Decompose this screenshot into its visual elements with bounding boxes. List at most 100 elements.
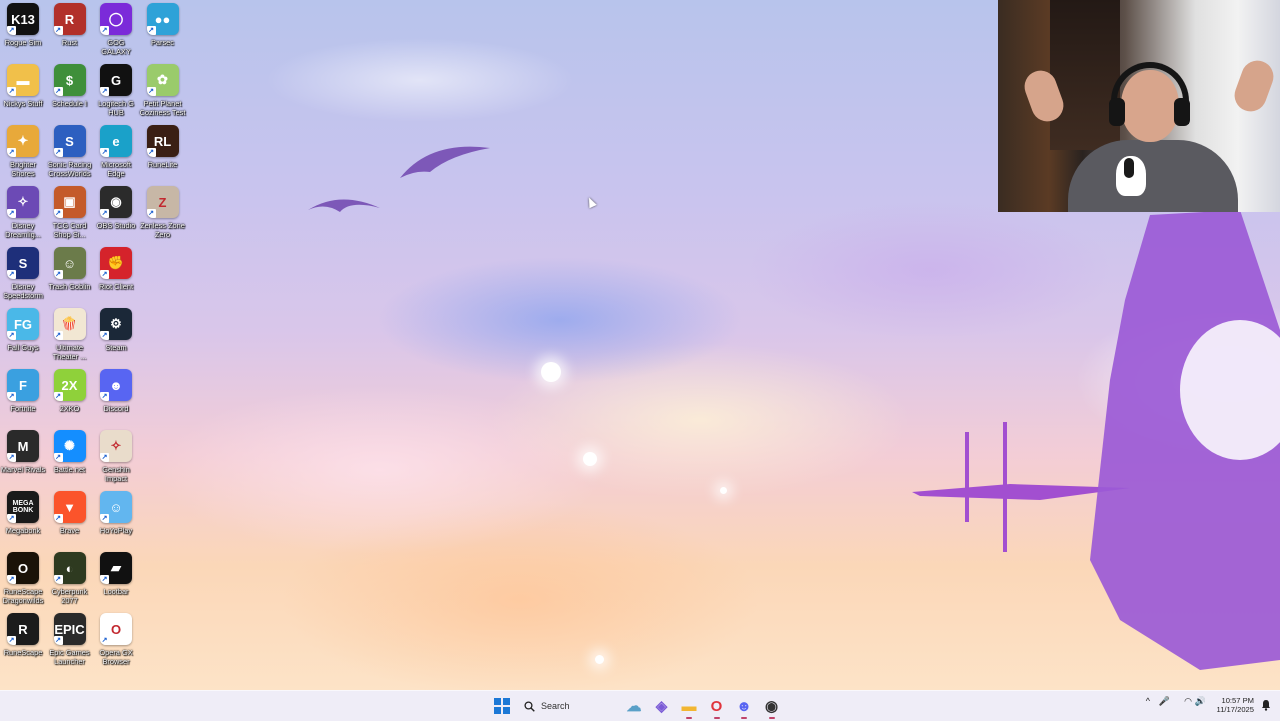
app-icon: ✺ ↗ <box>53 430 86 462</box>
desktop-icon-runescape[interactable]: R ↗ RuneScape <box>0 613 47 657</box>
desktop-icon-genshin-impact[interactable]: ✧ ↗ Genshin Impact <box>92 430 140 483</box>
desktop-icon-disney-dreamlig[interactable]: ✧ ↗ Disney Dreamlig... <box>0 186 47 239</box>
app-icon: EPIC ↗ <box>53 613 86 645</box>
app-icon-glyph: Z <box>158 194 167 210</box>
app-icon: RL ↗ <box>146 125 179 157</box>
desktop-icon-sonic-racing-crossworlds[interactable]: S ↗ Sonic Racing CrossWorlds <box>46 125 94 178</box>
desktop-icon-steam[interactable]: ⚙ ↗ Steam <box>92 308 140 352</box>
desktop-icon-label: Sonic Racing CrossWorlds <box>47 160 92 178</box>
desktop-icon-schedule-i[interactable]: $ ↗ Schedule I <box>46 64 94 108</box>
desktop-icon-microsoft-edge[interactable]: e ↗ Microsoft Edge <box>92 125 140 178</box>
taskbar-app-file-explorer[interactable]: ▬ <box>677 694 701 719</box>
app-icon: ▰ ↗ <box>100 552 132 584</box>
desktop-icon-label: Brave <box>59 526 80 535</box>
desktop-icon-nickys-stuff[interactable]: ▬ ↗ Nickys Stuff <box>0 64 47 108</box>
start-button[interactable] <box>490 694 514 718</box>
desktop-icon-fall-guys[interactable]: FG ↗ Fall Guys <box>0 308 47 352</box>
app-icon-glyph: ◉ <box>110 194 122 209</box>
desktop-icon-petit-planet-coziness-test[interactable]: ✿ ↗ Petit Planet Coziness Test <box>139 64 187 117</box>
desktop-icon-rust[interactable]: R ↗ Rust <box>46 3 94 47</box>
desktop-icon-cyberpunk-2077[interactable]: ◐ ↗ Cyberpunk 2077 <box>46 552 94 605</box>
desktop-icon-gog-galaxy[interactable]: ◯ ↗ GOG GALAXY <box>92 3 140 56</box>
wallpaper-light-orb <box>595 655 604 664</box>
taskbar-app-copilot[interactable]: ◈ <box>650 694 674 718</box>
app-icon-glyph: ⚙ <box>110 316 122 331</box>
desktop-icon-opera-gx-browser[interactable]: O ↗ Opera GX Browser <box>92 613 140 666</box>
notification-bell-icon[interactable] <box>1260 699 1272 711</box>
clock-time: 10:57 PM <box>1221 696 1254 705</box>
desktop-icon-brighter-shores[interactable]: ✦ ↗ Brighter Shores <box>0 125 47 178</box>
desktop-icon-ultimate-theater[interactable]: 🍿 ↗ Ultimate Theater ... <box>46 308 94 361</box>
shortcut-arrow-icon: ↗ <box>53 392 63 401</box>
desktop-icon-megabonk[interactable]: MEGA BONK ↗ Megabonk <box>0 491 47 535</box>
desktop-icon-runelite[interactable]: RL ↗ RuneLite <box>139 125 187 169</box>
app-icon: R ↗ <box>7 613 39 645</box>
desktop-icon-marvel-rivals[interactable]: M ↗ Marvel Rivals <box>0 430 47 474</box>
search-icon <box>524 700 535 712</box>
windows-logo-icon <box>494 698 510 714</box>
app-icon-glyph: ✿ <box>157 72 168 87</box>
taskbar-app-chrome-dev[interactable]: ◉ <box>760 694 784 719</box>
desktop-icon-disney-speedstorm[interactable]: S ↗ Disney Speedstorm <box>0 247 47 300</box>
desktop-icon-label: Fall Guys <box>7 343 39 352</box>
desktop-icon-rogue-sim[interactable]: K13 ↗ Rogue Sim <box>0 3 47 47</box>
taskbar-app-opera-gx[interactable]: O <box>705 694 729 719</box>
shortcut-arrow-icon: ↗ <box>100 209 109 218</box>
volume-icon[interactable]: 🔊 <box>1195 696 1206 707</box>
desktop-icon-label: RuneLite <box>147 160 178 169</box>
shortcut-arrow-icon: ↗ <box>7 331 16 340</box>
app-icon: G ↗ <box>100 64 132 96</box>
app-icon: O ↗ <box>100 613 132 645</box>
system-clock[interactable]: 10:57 PM 11/17/2025 <box>1217 696 1254 714</box>
app-icon: MEGA BONK ↗ <box>7 491 39 523</box>
app-icon: ◉ ↗ <box>100 186 132 218</box>
app-icon-glyph: S <box>18 255 28 271</box>
webcam-shirt-graphic-ear <box>1124 158 1134 178</box>
desktop-icon-label: Rogue Sim <box>4 38 42 47</box>
shortcut-arrow-icon: ↗ <box>100 392 109 401</box>
desktop-icon-hoyoplay[interactable]: ☺ ↗ HoYoPlay <box>92 491 140 535</box>
app-icon-glyph: O <box>17 560 29 576</box>
desktop-icon-brave[interactable]: ▼ ↗ Brave <box>46 491 94 535</box>
desktop-icon-discord[interactable]: ☻ ↗ Discord <box>92 369 140 413</box>
discord-icon: ☻ <box>736 697 752 715</box>
wallpaper-light-orb <box>583 452 597 466</box>
desktop-icon-epic-games-launcher[interactable]: EPIC ↗ Epic Games Launcher <box>46 613 94 666</box>
desktop-icon-label: TCG Card Shop Si... <box>52 221 87 239</box>
taskbar-search[interactable]: Search <box>518 694 626 718</box>
app-icon-glyph: RL <box>153 133 172 149</box>
app-icon: e ↗ <box>100 125 132 157</box>
desktop-icon-obs-studio[interactable]: ◉ ↗ OBS Studio <box>92 186 140 230</box>
desktop-icon-runescape-dragonwilds[interactable]: O ↗ RuneScape Dragonwilds <box>0 552 47 605</box>
desktop-icon-label: Schedule I <box>52 99 87 108</box>
opera-gx-icon: O <box>710 697 723 715</box>
desktop-icon-label: Nickys Stuff <box>3 99 43 108</box>
show-hidden-icons-chevron-icon[interactable]: ^ <box>1146 696 1150 706</box>
shortcut-arrow-icon: ↗ <box>100 26 109 35</box>
taskbar-app-widgets-weather[interactable]: ☁ <box>622 694 646 718</box>
desktop-icon-lootbar[interactable]: ▰ ↗ Lootbar <box>92 552 140 596</box>
microphone-icon[interactable]: 🎤 <box>1159 696 1170 707</box>
taskbar-app-discord[interactable]: ☻ <box>732 694 756 719</box>
wifi-icon[interactable]: ◠ <box>1184 696 1192 707</box>
desktop-icon-2xko[interactable]: 2X ↗ 2XKO <box>46 369 94 413</box>
desktop-icon-parsec[interactable]: ●● ↗ Parsec <box>139 3 187 47</box>
app-icon-glyph: ✊ <box>107 255 125 270</box>
desktop-icon-riot-client[interactable]: ✊ ↗ Riot Client <box>92 247 140 291</box>
shortcut-arrow-icon: ↗ <box>53 636 63 645</box>
app-icon-glyph: ▼ <box>63 499 76 515</box>
desktop-icon-battle-net[interactable]: ✺ ↗ Battle.net <box>46 430 94 474</box>
shortcut-arrow-icon: ↗ <box>100 514 109 523</box>
running-indicator <box>741 717 747 719</box>
desktop-icon-fortnite[interactable]: F ↗ Fortnite <box>0 369 47 413</box>
desktop-icon-tcg-card-shop-si[interactable]: ▣ ↗ TCG Card Shop Si... <box>46 186 94 239</box>
app-icon: ☺ ↗ <box>53 247 86 279</box>
shortcut-arrow-icon: ↗ <box>7 636 16 645</box>
desktop-icon-trash-goblin[interactable]: ☺ ↗ Trash Goblin <box>46 247 94 291</box>
app-icon: ▣ ↗ <box>53 186 86 218</box>
app-icon-glyph: ✺ <box>64 438 75 453</box>
app-icon-glyph: ✧ <box>110 438 122 453</box>
webcam-overlay <box>998 0 1280 212</box>
desktop-icon-zenless-zone-zero[interactable]: Z ↗ Zenless Zone Zero <box>139 186 187 239</box>
desktop-icon-logitech-g-hub[interactable]: G ↗ Logitech G HUB <box>92 64 140 117</box>
